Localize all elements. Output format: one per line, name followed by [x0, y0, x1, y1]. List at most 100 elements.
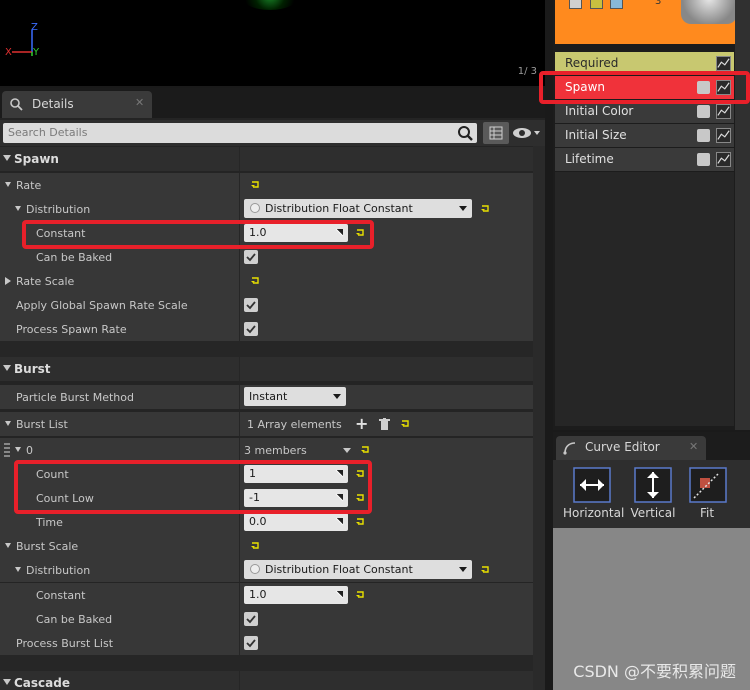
chevron-down-icon	[459, 206, 467, 211]
close-icon[interactable]: ✕	[135, 96, 144, 109]
process-spawn-rate-row[interactable]: Process Spawn Rate	[0, 317, 533, 341]
burst-scale-label: Burst Scale	[16, 540, 79, 553]
rate-scale-row[interactable]: Rate Scale	[0, 269, 533, 293]
emitter-header[interactable]: 3	[555, 0, 750, 44]
burst-method-row[interactable]: Particle Burst Method Instant	[0, 385, 533, 409]
emitter-scrollbar[interactable]	[735, 0, 750, 430]
add-element-icon[interactable]: +	[355, 414, 368, 433]
burst-method-dropdown[interactable]: Instant	[244, 387, 346, 406]
horizontal-fit-button[interactable]: Horizontal	[563, 464, 624, 526]
process-burst-list-row[interactable]: Process Burst List	[0, 631, 533, 655]
chevron-down-icon	[459, 567, 467, 572]
curve-editor-tab[interactable]: Curve Editor ✕	[556, 436, 706, 460]
time-value: 0.0	[249, 515, 267, 528]
time-value-field[interactable]: 0.0	[244, 513, 348, 531]
trash-icon[interactable]	[379, 418, 390, 431]
curve-graph-icon[interactable]	[716, 104, 731, 119]
reset-to-default-icon[interactable]	[355, 517, 366, 527]
reset-to-default-icon[interactable]	[360, 445, 371, 455]
close-icon[interactable]: ✕	[689, 440, 698, 453]
distribution-value: Distribution Float Constant	[265, 202, 413, 215]
curve-graph-icon[interactable]	[716, 128, 731, 143]
reset-to-default-icon[interactable]	[250, 541, 261, 551]
distribution-row[interactable]: Distribution Distribution Float Constant	[0, 197, 533, 221]
viewport[interactable]: Z X Y 1/ 3	[0, 0, 545, 86]
chevron-down-icon[interactable]	[343, 448, 351, 453]
reset-to-default-icon[interactable]	[480, 565, 491, 575]
app-window: Z X Y 1/ 3 Details ✕ Search Details Spaw…	[0, 0, 750, 690]
burst-index-label: 0	[26, 444, 33, 457]
axis-z-label: Z	[31, 22, 38, 33]
collapse-arrow-icon	[3, 155, 11, 161]
burst-distribution-value: Distribution Float Constant	[265, 563, 413, 576]
apply-global-checkbox[interactable]	[244, 298, 258, 312]
curve-editor-icon	[563, 442, 576, 455]
burst-element-row[interactable]: 0 3 members	[0, 438, 533, 462]
burst-distribution-dropdown[interactable]: Distribution Float Constant	[244, 560, 472, 579]
process-burst-list-checkbox[interactable]	[244, 636, 258, 650]
collapse-arrow-icon	[3, 679, 11, 685]
module-label: Initial Color	[565, 104, 634, 118]
module-enable-checkbox[interactable]	[697, 153, 710, 166]
emitter-empty-area[interactable]	[555, 172, 734, 426]
reset-to-default-icon[interactable]	[355, 590, 366, 600]
curve-graph-icon[interactable]	[716, 152, 731, 167]
tool-label: Vertical	[630, 506, 676, 520]
module-enable-checkbox[interactable]	[697, 129, 710, 142]
curve-editor-panel: Curve Editor ✕ Horizontal Vertical Fit	[553, 432, 750, 690]
expand-arrow-icon	[15, 567, 21, 572]
process-spawn-rate-checkbox[interactable]	[244, 322, 258, 336]
visibility-eye-icon[interactable]	[512, 125, 542, 141]
collapse-arrow-icon	[3, 365, 11, 371]
reset-to-default-icon[interactable]	[400, 419, 411, 429]
reset-to-default-icon[interactable]	[480, 204, 491, 214]
reset-to-default-icon[interactable]	[250, 276, 261, 286]
rate-row[interactable]: Rate	[0, 173, 533, 197]
reset-to-default-icon[interactable]	[250, 180, 261, 190]
curve-editor-toolbar: Horizontal Vertical Fit	[553, 460, 750, 528]
cascade-category[interactable]: Cascade	[0, 671, 533, 690]
frame-counter: 1/ 3	[517, 66, 537, 77]
grid-icon	[489, 126, 503, 140]
burst-scale-row[interactable]: Burst Scale	[0, 534, 533, 558]
burst-category[interactable]: Burst	[0, 357, 533, 381]
emitter-mode-icon[interactable]	[590, 0, 603, 9]
spawn-category[interactable]: Spawn	[0, 147, 533, 171]
module-initial-size[interactable]: Initial Size	[555, 124, 734, 147]
checkmark-icon	[246, 615, 256, 624]
apply-global-row[interactable]: Apply Global Spawn Rate Scale	[0, 293, 533, 317]
details-tab[interactable]: Details ✕	[2, 91, 152, 118]
burst-list-row[interactable]: Burst List 1 Array elements +	[0, 412, 533, 436]
checkmark-icon	[246, 325, 256, 334]
axis-y-label: Y	[33, 47, 40, 58]
can-be-baked-checkbox[interactable]	[244, 250, 258, 264]
burst-can-be-baked-checkbox[interactable]	[244, 612, 258, 626]
burst-list-count: 1 Array elements	[247, 418, 342, 431]
burst-method-value: Instant	[249, 390, 288, 403]
vertical-fit-button[interactable]: Vertical	[624, 464, 682, 526]
curve-graph-icon[interactable]	[716, 56, 731, 71]
burst-can-be-baked-row[interactable]: Can be Baked	[0, 607, 533, 631]
distribution-dropdown[interactable]: Distribution Float Constant	[244, 199, 472, 218]
burst-constant-value: 1.0	[249, 588, 267, 601]
search-input[interactable]: Search Details	[3, 123, 477, 143]
drag-handle-icon[interactable]	[4, 443, 10, 457]
burst-distribution-row[interactable]: Distribution Distribution Float Constant	[0, 558, 533, 582]
module-lifetime[interactable]: Lifetime	[555, 148, 734, 171]
section-gap	[0, 655, 533, 671]
emitter-thumbnail	[681, 0, 737, 24]
expand-arrow-icon	[5, 182, 11, 187]
burst-method-label: Particle Burst Method	[16, 391, 134, 404]
emitter-solo-icon[interactable]	[610, 0, 623, 9]
details-scrollbar[interactable]	[533, 146, 545, 690]
burst-constant-value-field[interactable]: 1.0	[244, 586, 348, 604]
property-matrix-button[interactable]	[483, 122, 509, 144]
chevron-down-icon	[333, 394, 341, 399]
search-icon[interactable]	[455, 123, 475, 143]
fit-button[interactable]: Fit	[678, 464, 736, 526]
emitter-enable-checkbox[interactable]	[569, 0, 582, 9]
details-tab-label: Details	[32, 97, 74, 111]
rate-scale-label: Rate Scale	[16, 275, 75, 288]
module-enable-checkbox[interactable]	[697, 105, 710, 118]
burst-constant-row[interactable]: Constant 1.0	[0, 583, 533, 607]
